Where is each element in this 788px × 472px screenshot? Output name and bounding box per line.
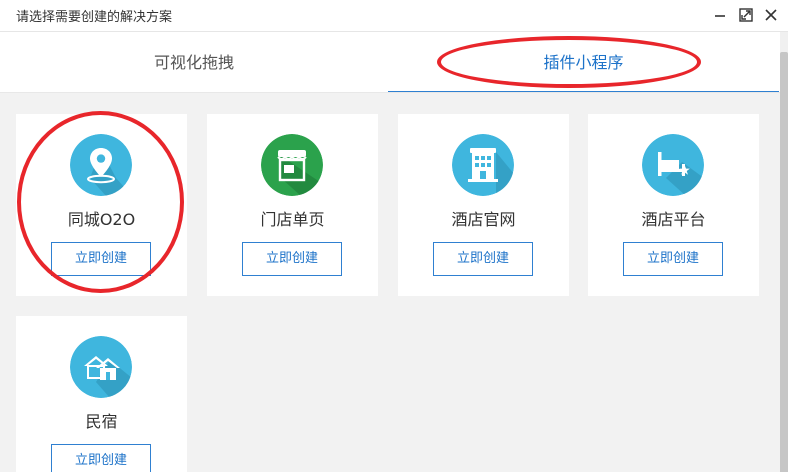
vertical-scrollbar[interactable] — [780, 32, 788, 472]
storefront-icon — [261, 134, 323, 196]
solution-picker-dialog: 请选择需要创建的解决方案 可视化拖拽 插件小程序 同城O2O 立即创建 门店单页… — [0, 0, 788, 472]
card-title: 酒店平台 — [641, 210, 706, 229]
card-same-city-o2o: 同城O2O 立即创建 — [16, 114, 187, 296]
dialog-title: 请选择需要创建的解决方案 — [16, 10, 173, 25]
houses-icon — [70, 336, 132, 398]
bed-star-icon — [642, 134, 704, 196]
card-title: 门店单页 — [260, 210, 325, 229]
card-grid: 同城O2O 立即创建 门店单页 立即创建 酒店官网 立即创建 酒店平台 立即创建… — [0, 93, 780, 472]
card-homestay: 民宿 立即创建 — [16, 316, 187, 472]
card-title: 同城O2O — [67, 210, 136, 229]
tab-plugin-miniprogram[interactable]: 插件小程序 — [388, 32, 779, 93]
card-store-single-page: 门店单页 立即创建 — [207, 114, 378, 296]
location-pin-icon — [70, 134, 132, 196]
create-button[interactable]: 立即创建 — [51, 444, 151, 472]
create-button[interactable]: 立即创建 — [433, 242, 533, 276]
hotel-building-icon — [452, 134, 514, 196]
minimize-icon[interactable] — [710, 5, 730, 25]
card-hotel-website: 酒店官网 立即创建 — [398, 114, 569, 296]
close-icon[interactable] — [761, 5, 781, 25]
title-bar: 请选择需要创建的解决方案 — [0, 0, 788, 32]
create-button[interactable]: 立即创建 — [51, 242, 151, 276]
create-button[interactable]: 立即创建 — [242, 242, 342, 276]
card-title: 民宿 — [85, 412, 118, 431]
tab-bar: 可视化拖拽 插件小程序 — [0, 32, 780, 93]
maximize-icon[interactable] — [736, 5, 756, 25]
card-hotel-platform: 酒店平台 立即创建 — [588, 114, 759, 296]
create-button[interactable]: 立即创建 — [623, 242, 723, 276]
tab-visual-drag[interactable]: 可视化拖拽 — [0, 32, 388, 93]
card-title: 酒店官网 — [451, 210, 516, 229]
scrollbar-thumb[interactable] — [780, 52, 788, 472]
